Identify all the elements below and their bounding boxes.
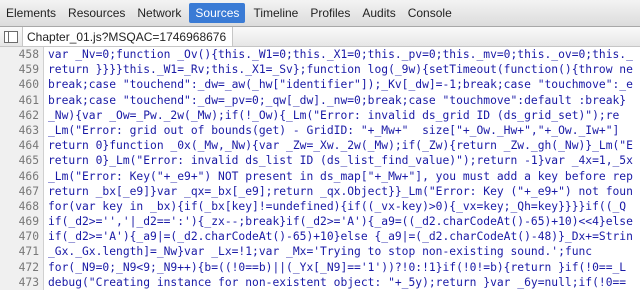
line-number: 460 bbox=[0, 77, 44, 93]
code-text: if(_d2>='','|_d2==':'){_zx--;break}if(_d… bbox=[48, 215, 633, 229]
sources-file-bar: Chapter_01.js?MSQAC=1746968676 bbox=[0, 27, 640, 47]
code-line: 469 if(_d2>='','|_d2==':'){_zx--;break}if… bbox=[0, 214, 640, 230]
code-line: 463 _Lm("Error: grid out of bounds(get) -… bbox=[0, 122, 640, 139]
code-text: _Lm("Error: Key("+_e9+") NOT present in … bbox=[48, 169, 633, 183]
line-number: 463 bbox=[0, 122, 44, 139]
line-number: 466 bbox=[0, 168, 44, 184]
code-line: 472 for(_N9=0;_N9<9;_N9++){b=((!0==b)||(_… bbox=[0, 259, 640, 275]
code-line: 467 return _bx[_e9]}var _qx=_bx[_e9];retu… bbox=[0, 183, 640, 199]
code-editor[interactable]: 458 var _Nv=0;function _Ov(){this._W1=0;t… bbox=[0, 47, 640, 290]
tab-resources[interactable]: Resources bbox=[62, 0, 131, 26]
code-text: break;case "touchend":_dw=_pv=0;_qw[_dw]… bbox=[48, 93, 627, 107]
line-number: 467 bbox=[0, 183, 44, 199]
code-text: for(var key in _bx){if(_bx[key]!=undefin… bbox=[48, 199, 627, 213]
tab-profiles[interactable]: Profiles bbox=[304, 0, 356, 26]
line-number: 461 bbox=[0, 92, 44, 108]
tab-timeline[interactable]: Timeline bbox=[247, 0, 304, 26]
code-text: return _bx[_e9]}var _qx=_bx[_e9];return … bbox=[48, 184, 633, 198]
line-number: 469 bbox=[0, 214, 44, 230]
code-line: 462 _Nw){var _Ow=_Pw._2w(_Mw);if(!_Ow){_L… bbox=[0, 107, 640, 123]
code-line: 473 debug("Creating instance for non-exis… bbox=[0, 274, 640, 290]
code-line: 459 return }}}}this._W1=_Rv;this._X1=_Sv}… bbox=[0, 62, 640, 78]
line-number: 465 bbox=[0, 153, 44, 169]
code-text: _Nw){var _Ow=_Pw._2w(_Mw);if(!_Ow){_Lm("… bbox=[48, 108, 620, 122]
code-text: return 0}_Lm("Error: invalid ds_list ID … bbox=[48, 154, 633, 168]
code-text: break;case "touchend":_dw=_aw(_hw["ident… bbox=[48, 78, 633, 92]
code-line: 465 return 0}_Lm("Error: invalid ds_list … bbox=[0, 153, 640, 169]
line-number: 471 bbox=[0, 244, 44, 260]
tab-audits[interactable]: Audits bbox=[356, 0, 401, 26]
line-number: 462 bbox=[0, 107, 44, 123]
line-number: 459 bbox=[0, 62, 44, 78]
navigator-toggle-icon[interactable] bbox=[4, 30, 18, 43]
code-line: 458 var _Nv=0;function _Ov(){this._W1=0;t… bbox=[0, 47, 640, 63]
tab-elements[interactable]: Elements bbox=[0, 0, 62, 26]
tab-network[interactable]: Network bbox=[131, 0, 187, 26]
code-line: 460 break;case "touchend":_dw=_aw(_hw["id… bbox=[0, 77, 640, 93]
code-line: 464 return 0}function _0x(_Mw,_Nw){var _Z… bbox=[0, 138, 640, 154]
file-tab[interactable]: Chapter_01.js?MSQAC=1746968676 bbox=[22, 27, 234, 46]
devtools-toolbar: Elements Resources Network Sources Timeline P… bbox=[0, 0, 640, 27]
code-text: debug("Creating instance for non-existen… bbox=[48, 275, 627, 289]
line-number: 470 bbox=[0, 229, 44, 245]
tab-sources[interactable]: Sources bbox=[189, 3, 246, 23]
code-text: var _Nv=0;function _Ov(){this._W1=0;this… bbox=[48, 48, 633, 61]
code-text: return }}}}this._W1=_Rv;this._X1=_Sv};fu… bbox=[48, 63, 633, 77]
code-line: 466 _Lm("Error: Key("+_e9+") NOT present … bbox=[0, 168, 640, 184]
line-number: 468 bbox=[0, 198, 44, 215]
code-text: if(_d2>='A'){_a9|=(_d2.charCodeAt()-65)+… bbox=[48, 230, 633, 244]
line-number: 472 bbox=[0, 259, 44, 275]
code-line: 470 if(_d2>='A'){_a9|=(_d2.charCodeAt()-6… bbox=[0, 229, 640, 245]
file-tab-label: Chapter_01.js?MSQAC=1746968676 bbox=[27, 29, 227, 44]
code-text: _Lm("Error: grid out of bounds(get) - Gr… bbox=[48, 123, 620, 137]
code-text: for(_N9=0;_N9<9;_N9++){b=((!0==b)||(_Yx[… bbox=[48, 260, 627, 274]
line-number: 473 bbox=[0, 274, 44, 290]
code-line: 468 for(var key in _bx){if(_bx[key]!=unde… bbox=[0, 198, 640, 215]
line-number: 464 bbox=[0, 138, 44, 154]
code-text: return 0}function _0x(_Mw,_Nw){var _Zw=_… bbox=[48, 139, 633, 153]
code-text: _Gx._Gx.length]=_Nw}var _Lx=!1;var _Mx='… bbox=[48, 245, 593, 259]
code-line: 461 break;case "touchend":_dw=_pv=0;_qw[_… bbox=[0, 92, 640, 108]
code-line: 471 _Gx._Gx.length]=_Nw}var _Lx=!1;var _M… bbox=[0, 244, 640, 260]
line-number: 458 bbox=[0, 47, 44, 63]
tab-console[interactable]: Console bbox=[402, 0, 458, 26]
